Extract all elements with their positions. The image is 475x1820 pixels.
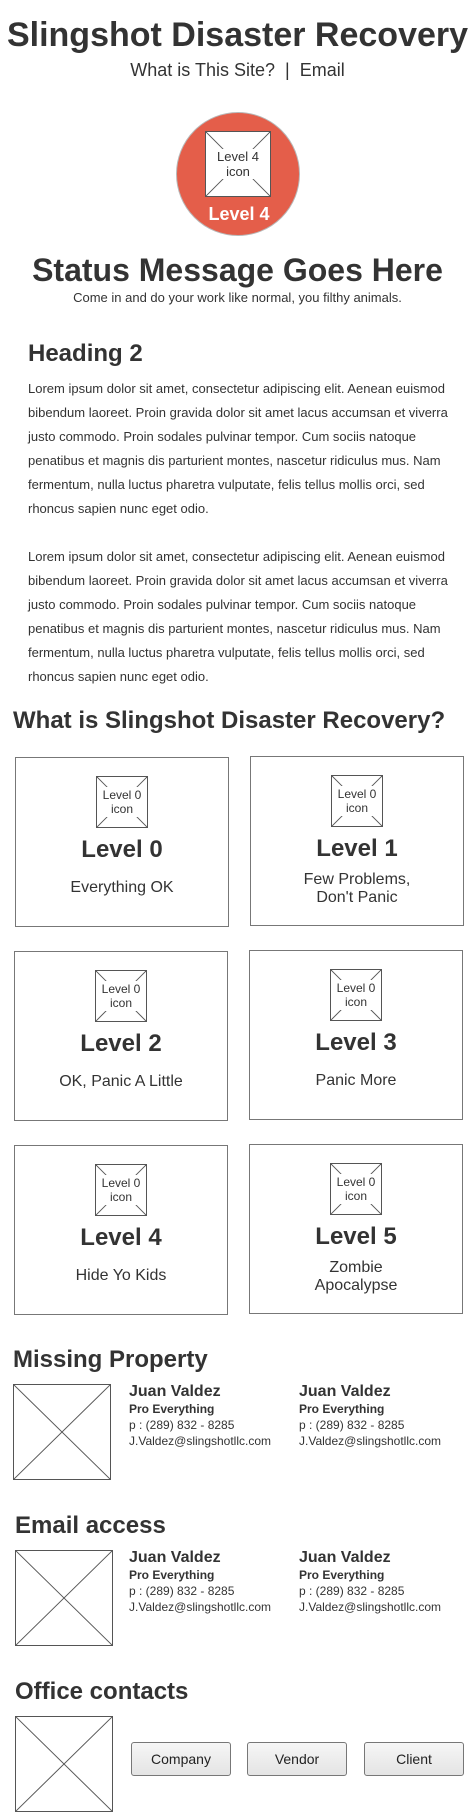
status-title: Status Message Goes Here	[32, 252, 443, 288]
missing-property-contact-2: Juan Valdez Pro Everything p : (289) 832…	[299, 1383, 469, 1449]
status-subtitle: Come in and do your work like normal, yo…	[73, 290, 402, 305]
level-card-title: Level 3	[315, 1029, 397, 1056]
contact-role: Pro Everything	[129, 1402, 215, 1416]
email-access-title: Email access	[15, 1512, 166, 1539]
level-icon-text: Level 0 icon	[331, 1174, 381, 1204]
office-contacts-image	[15, 1716, 113, 1812]
level-card-title: Level 1	[316, 835, 398, 862]
level-icon-text: Level 4 icon	[206, 149, 270, 179]
level-icon-text: Level 0 icon	[332, 786, 382, 816]
level-card-description: Everything OK	[70, 879, 174, 896]
missing-property-image	[13, 1384, 111, 1480]
level-card-2: Level 0 icon Level 2 OK, Panic A Little	[14, 951, 228, 1121]
missing-property-title: Missing Property	[13, 1346, 208, 1373]
nav-link-email[interactable]: Email	[300, 60, 345, 80]
level-card-4: Level 0 icon Level 4 Hide Yo Kids	[14, 1145, 228, 1315]
content-paragraph: Lorem ipsum dolor sit amet, consectetur …	[28, 549, 448, 684]
level-card-0: Level 0 icon Level 0 Everything OK	[15, 757, 229, 927]
nav-separator: |	[285, 60, 290, 80]
level-icon-text: Level 0 icon	[97, 787, 147, 817]
contact-name: Juan Valdez	[299, 1549, 391, 1566]
content-paragraph: Lorem ipsum dolor sit amet, consectetur …	[28, 381, 448, 516]
contact-email[interactable]: J.Valdez@slingshotllc.com	[129, 1599, 299, 1615]
office-contacts-title: Office contacts	[15, 1678, 189, 1705]
contact-role: Pro Everything	[299, 1402, 385, 1416]
level-card-title: Level 4	[80, 1224, 162, 1251]
level-1-icon: Level 0 icon	[331, 775, 383, 827]
nav-link-what-is-this-site[interactable]: What is This Site?	[130, 60, 275, 80]
contact-phone: p : (289) 832 - 8285	[299, 1584, 405, 1598]
contact-name: Juan Valdez	[299, 1383, 391, 1400]
level-3-icon: Level 0 icon	[330, 969, 382, 1021]
levels-section-title: What is Slingshot Disaster Recovery?	[13, 707, 446, 734]
site-title: Slingshot Disaster Recovery	[6, 16, 469, 54]
email-access-contact-1: Juan Valdez Pro Everything p : (289) 832…	[129, 1549, 299, 1615]
level-icon-text: Level 0 icon	[96, 981, 146, 1011]
contact-name: Juan Valdez	[129, 1383, 221, 1400]
level-0-icon: Level 0 icon	[96, 776, 148, 828]
level-card-3: Level 0 icon Level 3 Panic More	[249, 950, 463, 1120]
level-card-1: Level 0 icon Level 1 Few Problems, Don't…	[250, 756, 464, 926]
site-nav: What is This Site? | Email	[0, 60, 475, 81]
contact-role: Pro Everything	[129, 1568, 215, 1582]
current-level-badge: Level 4 icon Level 4	[176, 112, 300, 236]
level-card-title: Level 0	[81, 836, 163, 863]
contact-email[interactable]: J.Valdez@slingshotllc.com	[299, 1599, 469, 1615]
contact-email[interactable]: J.Valdez@slingshotllc.com	[129, 1433, 299, 1449]
contact-phone: p : (289) 832 - 8285	[129, 1418, 235, 1432]
level-icon-text: Level 0 icon	[96, 1175, 146, 1205]
level-card-title: Level 2	[80, 1030, 162, 1057]
level-card-title: Level 5	[315, 1223, 397, 1250]
vendor-button[interactable]: Vendor	[247, 1742, 347, 1776]
current-level-label: Level 4	[208, 204, 270, 224]
client-button[interactable]: Client	[364, 1742, 464, 1776]
contact-name: Juan Valdez	[129, 1549, 221, 1566]
email-access-image	[15, 1550, 113, 1646]
company-button[interactable]: Company	[131, 1742, 231, 1776]
contact-email[interactable]: J.Valdez@slingshotllc.com	[299, 1433, 469, 1449]
level-card-description: Zombie Apocalypse	[314, 1259, 398, 1294]
level-2-icon: Level 0 icon	[95, 970, 147, 1022]
contact-role: Pro Everything	[299, 1568, 385, 1582]
level-4-icon: Level 0 icon	[95, 1164, 147, 1216]
level-4-icon: Level 4 icon	[205, 131, 271, 197]
missing-property-contact-1: Juan Valdez Pro Everything p : (289) 832…	[129, 1383, 299, 1449]
level-card-description: Panic More	[315, 1072, 397, 1089]
level-5-icon: Level 0 icon	[330, 1163, 382, 1215]
level-icon-text: Level 0 icon	[331, 980, 381, 1010]
level-card-description: Few Problems, Don't Panic	[303, 871, 411, 906]
content-heading: Heading 2	[28, 340, 143, 367]
contact-phone: p : (289) 832 - 8285	[299, 1418, 405, 1432]
level-card-5: Level 0 icon Level 5 Zombie Apocalypse	[249, 1144, 463, 1314]
email-access-contact-2: Juan Valdez Pro Everything p : (289) 832…	[299, 1549, 469, 1615]
level-card-description: Hide Yo Kids	[75, 1267, 167, 1284]
level-card-description: OK, Panic A Little	[59, 1073, 183, 1090]
contact-phone: p : (289) 832 - 8285	[129, 1584, 235, 1598]
